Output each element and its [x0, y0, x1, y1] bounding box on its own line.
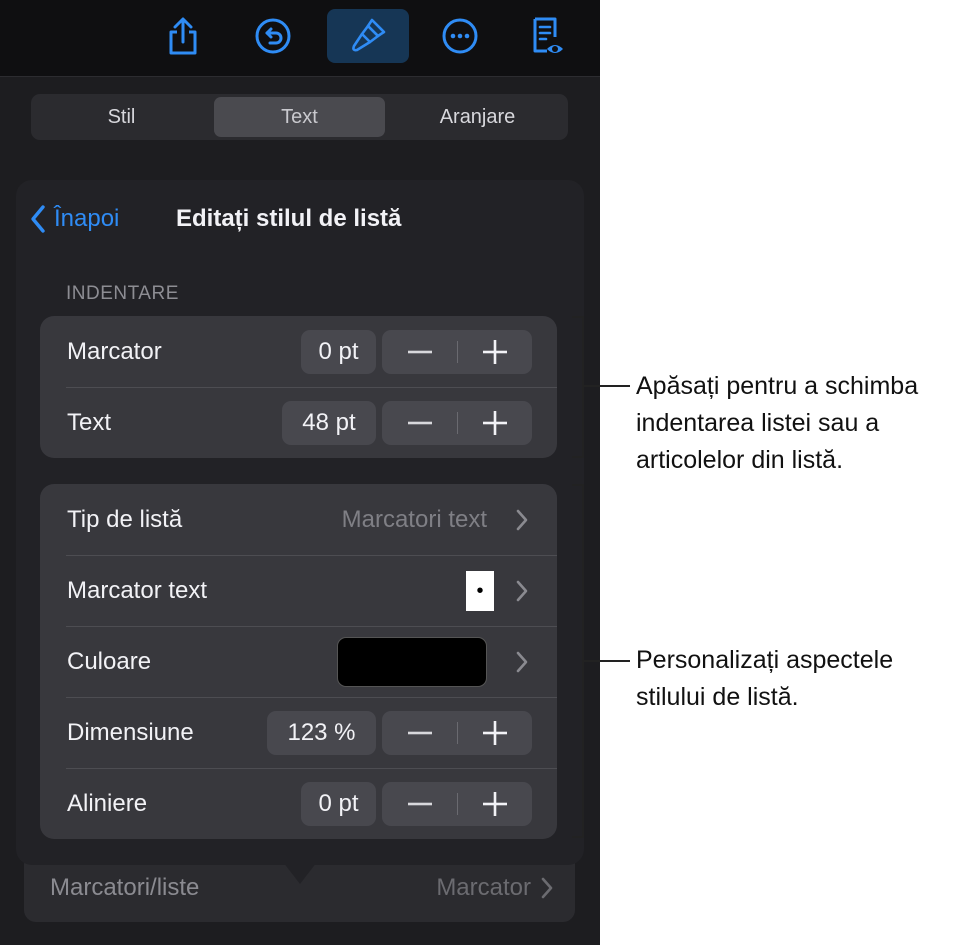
size-row: Dimensiune 123 % [40, 697, 557, 768]
segmented-control: Stil Text Aranjare [31, 94, 568, 140]
indent-row-text: Text 48 pt [40, 387, 557, 458]
more-icon [442, 18, 478, 54]
alignment-value[interactable]: 0 pt [301, 782, 376, 826]
plus-icon [482, 792, 507, 816]
chevron-right-icon [516, 580, 528, 602]
style-callout: Personalizați aspectele stilului de list… [636, 642, 893, 716]
indent-row-bullet: Marcator 0 pt [40, 316, 557, 387]
indent-callout: Apăsați pentru a schimba indentarea list… [636, 368, 918, 479]
indent-text-stepper [382, 401, 532, 445]
decrement-button[interactable] [382, 711, 457, 755]
minus-icon [407, 802, 432, 806]
tab-style[interactable]: Stil [34, 97, 209, 137]
alignment-row: Aliniere 0 pt [40, 768, 557, 839]
share-button[interactable] [148, 10, 218, 62]
share-icon [169, 17, 197, 55]
back-button[interactable]: Înapoi [30, 204, 119, 234]
alignment-stepper [382, 782, 532, 826]
indent-bullet-value[interactable]: 0 pt [301, 330, 376, 374]
format-panel: Stil Text Aranjare Marcatori/liste Marca… [0, 0, 600, 945]
callout-line: Personalizați aspectele [636, 646, 894, 674]
tab-text[interactable]: Text [214, 97, 385, 137]
chevron-left-icon [31, 205, 45, 233]
list-type-row[interactable]: Tip de listă Marcatori text [40, 484, 557, 555]
increment-button[interactable] [457, 711, 532, 755]
plus-icon [482, 411, 507, 435]
callout-line: Apăsați pentru a schimba [636, 372, 919, 400]
reader-view-icon [533, 17, 563, 53]
decrement-button[interactable] [382, 330, 457, 374]
plus-icon [482, 721, 507, 745]
tab-arrange[interactable]: Aranjare [390, 97, 565, 137]
bullets-lists-value: Marcator [436, 874, 531, 901]
increment-button[interactable] [457, 401, 532, 445]
format-brush-icon [352, 18, 386, 52]
plus-icon [482, 340, 507, 364]
undo-button[interactable] [238, 10, 308, 62]
list-type-label: Tip de listă [67, 506, 183, 533]
color-row[interactable]: Culoare [40, 626, 557, 697]
reader-view-button[interactable] [512, 10, 582, 62]
toolbar [0, 0, 600, 77]
indent-bracket [572, 316, 584, 458]
minus-icon [407, 731, 432, 735]
style-bracket [572, 484, 584, 838]
bullet-preview: • [466, 571, 494, 611]
indent-text-label: Text [67, 409, 112, 436]
text-bullet-label: Marcator text [67, 577, 208, 604]
indent-section-label: INDENTARE [66, 283, 179, 304]
chevron-right-icon [516, 651, 528, 673]
popover-title: Editați stilul de listă [176, 205, 402, 232]
size-stepper [382, 711, 532, 755]
list-style-group: Tip de listă Marcatori text Marcator tex… [40, 484, 557, 839]
popover-arrow [283, 862, 317, 884]
color-swatch[interactable] [337, 637, 487, 687]
bullets-lists-label: Marcatori/liste [50, 874, 200, 901]
back-label: Înapoi [54, 205, 120, 232]
undo-icon [255, 18, 291, 54]
indent-group: Marcator 0 pt Text 48 pt [40, 316, 557, 458]
callout-line: articolelor din listă. [636, 446, 844, 474]
minus-icon [407, 421, 432, 425]
minus-icon [407, 350, 432, 354]
color-label: Culoare [67, 648, 152, 675]
indent-bullet-stepper [382, 330, 532, 374]
chevron-right-icon [541, 877, 553, 899]
decrement-button[interactable] [382, 782, 457, 826]
increment-button[interactable] [457, 782, 532, 826]
style-leader-line [584, 660, 630, 662]
format-button[interactable] [327, 9, 409, 63]
list-type-value: Marcatori text [341, 506, 487, 533]
more-button[interactable] [425, 10, 495, 62]
alignment-label: Aliniere [67, 790, 148, 817]
indent-leader-line [584, 385, 630, 387]
size-value[interactable]: 123 % [267, 711, 376, 755]
callout-line: stilului de listă. [636, 683, 799, 711]
text-bullet-row[interactable]: Marcator text • [40, 555, 557, 626]
chevron-right-icon [516, 509, 528, 531]
decrement-button[interactable] [382, 401, 457, 445]
callout-line: indentarea listei sau a [636, 409, 880, 437]
size-label: Dimensiune [67, 719, 194, 746]
increment-button[interactable] [457, 330, 532, 374]
indent-bullet-label: Marcator [67, 338, 162, 365]
indent-text-value[interactable]: 48 pt [282, 401, 376, 445]
